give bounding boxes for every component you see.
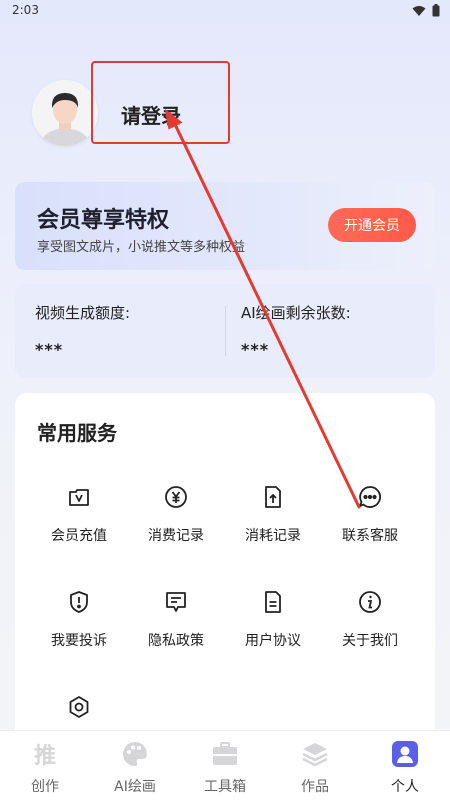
- tab-profile[interactable]: 个人: [360, 731, 450, 801]
- service-label: 我要投诉: [51, 633, 107, 649]
- document-upload-icon: [261, 485, 285, 509]
- service-label: 消耗记录: [245, 528, 301, 544]
- tab-label: 作品: [301, 779, 329, 795]
- tab-create[interactable]: 推 创作: [0, 731, 90, 801]
- service-usage-records[interactable]: 消耗记录: [223, 485, 323, 565]
- chat-bubble-icon: [358, 485, 382, 509]
- service-user-agreement[interactable]: 用户协议: [223, 590, 323, 670]
- service-complaint[interactable]: 我要投诉: [29, 590, 129, 670]
- toolbox-icon: [211, 740, 239, 768]
- status-time: 2:03: [12, 3, 39, 17]
- quota-divider: [225, 306, 226, 356]
- info-icon: [358, 590, 382, 614]
- service-about-us[interactable]: 关于我们: [320, 590, 420, 670]
- person-icon: [391, 740, 419, 768]
- vip-title: 会员尊享特权: [37, 208, 170, 233]
- tab-label: 个人: [391, 779, 419, 795]
- battery-icon: [432, 4, 440, 17]
- service-label: 用户协议: [245, 633, 301, 649]
- quota-card: 视频生成额度: *** AI绘画剩余张数: ***: [15, 284, 435, 378]
- ai-quota-value: ***: [241, 340, 270, 359]
- service-label: 消费记录: [148, 528, 204, 544]
- palette-icon: [121, 740, 149, 768]
- avatar[interactable]: [32, 80, 98, 146]
- vip-card: 会员尊享特权 享受图文成片，小说推文等多种权益 开通会员: [15, 182, 435, 270]
- yen-coin-icon: [164, 485, 188, 509]
- status-bar: 2:03: [0, 0, 450, 22]
- message-lines-icon: [164, 590, 188, 614]
- services-card: 常用服务 会员充值 消费记录 消耗记录 联系客服 我要投诉 隐私政策 用户协议 …: [15, 393, 435, 753]
- video-quota-label: 视频生成额度:: [35, 304, 131, 322]
- tab-label: 工具箱: [204, 779, 246, 795]
- service-label: 会员充值: [51, 528, 107, 544]
- layers-icon: [301, 740, 329, 768]
- tab-toolbox[interactable]: 工具箱: [180, 731, 270, 801]
- services-title: 常用服务: [37, 421, 117, 445]
- vip-subtitle: 享受图文成片，小说推文等多种权益: [37, 240, 246, 255]
- tab-label: 创作: [31, 779, 59, 795]
- tab-label: AI绘画: [114, 779, 156, 795]
- svg-text:推: 推: [34, 744, 56, 768]
- service-label: 联系客服: [342, 528, 398, 544]
- tab-ai-drawing[interactable]: AI绘画: [90, 731, 180, 801]
- service-label: 关于我们: [342, 633, 398, 649]
- highlight-box: [91, 61, 230, 144]
- status-icons: [412, 4, 440, 17]
- service-membership-recharge[interactable]: 会员充值: [29, 485, 129, 565]
- open-membership-button[interactable]: 开通会员: [328, 208, 416, 242]
- service-consumption-records[interactable]: 消费记录: [126, 485, 226, 565]
- settings-hexagon-icon: [67, 695, 91, 719]
- ai-quota-label: AI绘画剩余张数:: [241, 304, 351, 322]
- bottom-tab-bar: 推 创作 AI绘画 工具箱 作品 个人: [0, 730, 450, 801]
- document-lines-icon: [261, 590, 285, 614]
- service-label: 隐私政策: [148, 633, 204, 649]
- wifi-icon: [412, 5, 426, 17]
- shield-exclamation-icon: [67, 590, 91, 614]
- service-privacy-policy[interactable]: 隐私政策: [126, 590, 226, 670]
- push-character-icon: 推: [31, 740, 59, 769]
- membership-recharge-icon: [67, 485, 91, 509]
- video-quota-value: ***: [35, 340, 64, 359]
- tab-works[interactable]: 作品: [270, 731, 360, 801]
- service-contact-support[interactable]: 联系客服: [320, 485, 420, 565]
